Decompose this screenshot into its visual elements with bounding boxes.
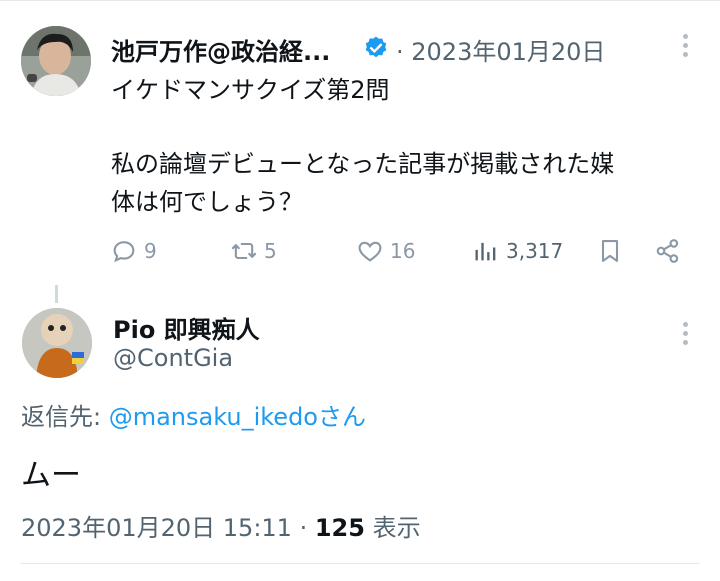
like-button[interactable]: 16 [356,235,415,267]
view-count: 3,317 [506,239,564,263]
reply-icon [113,241,135,263]
reply-view-count: 125 [314,514,365,542]
tweet-date: · 2023年01月20日 [396,38,606,66]
thread-connector [55,285,58,303]
tweet-text-line-2: 私の論壇デビューとなった記事が掲載された媒 [111,150,615,178]
top-divider [0,0,720,1]
reply-more-options-icon[interactable] [682,322,688,345]
views-button[interactable]: 3,317 [472,235,563,267]
retweet-count: 5 [264,239,277,263]
reply-to-label: 返信先: [21,403,109,431]
share-button[interactable] [654,235,682,267]
reply-meta: 2023年01月20日 15:11 · 125 表示 [21,508,421,543]
reply-count: 9 [144,239,157,263]
reply-button[interactable]: 9 [110,235,157,267]
reply-to-line: 返信先: @mansaku_ikedoさん [21,397,366,432]
bottom-divider [20,563,700,564]
tweet-text-line-1: イケドマンサクイズ第2問 [111,76,390,104]
reply-to-suffix: さん [318,403,366,431]
bookmark-icon [601,240,619,262]
reply-to-handle-link[interactable]: @mansaku_ikedo [109,403,318,431]
heart-icon [358,241,382,262]
tweet-author-name[interactable]: 池戸万作@政治経... [111,32,330,67]
share-icon [656,239,679,263]
reply-author-handle[interactable]: @ContGia [113,344,233,372]
like-count: 16 [390,239,416,263]
verified-badge-icon [365,36,387,58]
reply-timestamp[interactable]: 2023年01月20日 15:11 · [21,514,315,542]
analytics-icon [475,242,496,261]
avatar[interactable] [21,26,91,96]
retweet-button[interactable]: 5 [230,235,277,267]
reply-avatar[interactable] [22,308,92,378]
more-options-icon[interactable] [682,34,688,57]
bookmark-button[interactable] [596,235,624,267]
reply-body: ムー [21,458,81,493]
reply-author-name[interactable]: Pio 即興痴人 [113,310,260,345]
tweet-text-line-3: 体は何でしょう？ [111,188,303,216]
reply-view-label: 表示 [364,514,421,542]
retweet-icon [231,242,257,260]
